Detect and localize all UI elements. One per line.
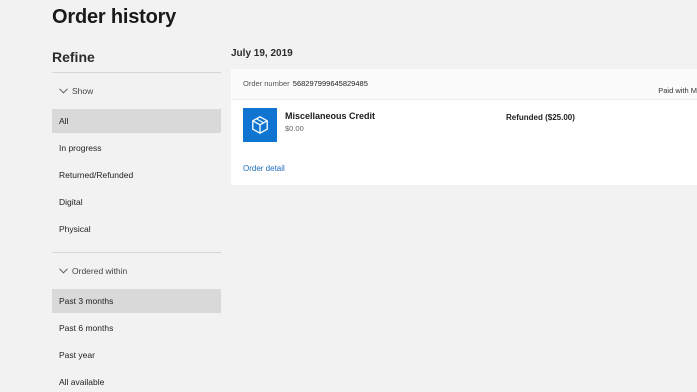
filter-past-3-months[interactable]: Past 3 months — [52, 289, 221, 313]
filter-digital[interactable]: Digital — [52, 190, 221, 214]
order-number: Order number 5682979996458294​85 — [243, 79, 368, 88]
order-header: Order number 5682979996458294​85 Paid wi… — [231, 69, 697, 100]
refund-status: Refunded ($25.00) — [506, 113, 575, 122]
filter-physical[interactable]: Physical — [52, 217, 221, 241]
show-group-label: Show — [72, 86, 94, 96]
orders-list: July 19, 2019 Order number 5682979996458… — [231, 46, 697, 185]
page-title: Order history — [52, 6, 177, 28]
order-detail-link[interactable]: Order detail — [243, 164, 285, 173]
order-number-value: 5682979996458294​85 — [292, 79, 368, 88]
refine-heading: Refine — [52, 49, 95, 65]
order-card: Order number 5682979996458294​85 Paid wi… — [231, 69, 697, 185]
order-history-page: Order history Refine Show All In progres… — [0, 0, 697, 392]
chevron-down-icon — [58, 266, 68, 276]
product-name: Miscellaneous Credit — [285, 111, 376, 121]
ordered-within-group-label: Ordered within — [72, 266, 128, 276]
filter-past-6-months[interactable]: Past 6 months — [52, 316, 221, 340]
product-price: $0.00 — [285, 124, 304, 133]
payment-method: Paid with M — [658, 86, 697, 95]
show-group-toggle[interactable]: Show — [52, 73, 221, 109]
order-date-heading: July 19, 2019 — [231, 48, 293, 59]
filter-past-year[interactable]: Past year — [52, 343, 221, 367]
filter-all-available[interactable]: All available — [52, 370, 221, 392]
filter-all[interactable]: All — [52, 109, 221, 133]
filter-in-progress[interactable]: In progress — [52, 136, 221, 160]
ordered-within-group-toggle[interactable]: Ordered within — [52, 253, 221, 289]
order-number-label: Order number — [243, 79, 290, 88]
chevron-down-icon — [58, 86, 68, 96]
package-icon — [243, 108, 277, 142]
filter-returned-refunded[interactable]: Returned/Refunded — [52, 163, 221, 187]
refine-sidebar: Refine Show All In progress Returned/Ref… — [52, 46, 221, 392]
